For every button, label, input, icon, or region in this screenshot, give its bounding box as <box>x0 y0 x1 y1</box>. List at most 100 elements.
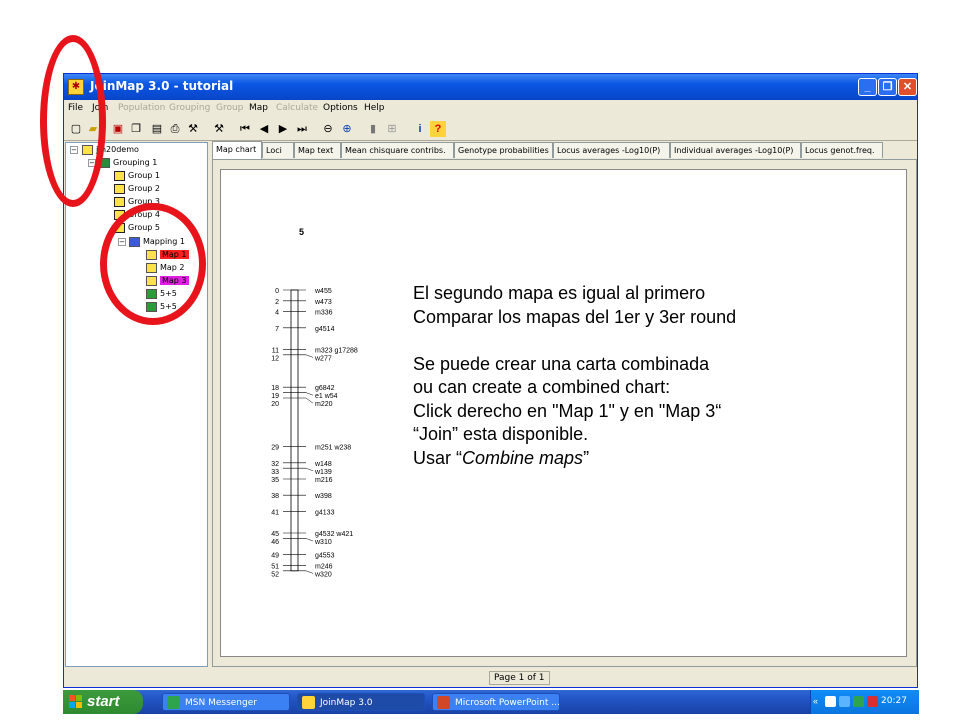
bar-icon[interactable]: ▮ <box>365 121 381 137</box>
locus-connector <box>305 397 314 404</box>
locus-name: g6842 <box>315 385 335 392</box>
tree-node-grouping[interactable]: Grouping 1 <box>99 157 157 169</box>
system-tray: « 20:27 <box>810 690 919 714</box>
locus-name: g4514 <box>315 326 335 333</box>
annotation-line: Click derecho en "Map 1" y en "Map 3“ <box>413 400 722 421</box>
tray-security-icon[interactable] <box>867 696 878 707</box>
locus-position: 29 <box>271 445 279 452</box>
tab-mean-chisquare[interactable]: Mean chisquare contribs. <box>341 142 454 158</box>
locus-position: 19 <box>271 393 279 400</box>
tab-individual-averages[interactable]: Individual averages -Log10(P) <box>670 142 801 158</box>
prev-icon[interactable]: ◀ <box>256 121 272 137</box>
task-msn-messenger[interactable]: MSN Messenger <box>162 693 290 711</box>
tray-msn-icon[interactable] <box>853 696 864 707</box>
tab-locus-genot-freq[interactable]: Locus genot.freq. <box>801 142 883 158</box>
locus-name: m216 <box>315 477 333 484</box>
locus-position: 12 <box>271 355 279 362</box>
tray-monitor-icon[interactable] <box>839 696 850 707</box>
locus-position: 32 <box>271 461 279 468</box>
menu-bar: File Join Population Grouping Group Map … <box>64 100 917 118</box>
locus-name: e1 w54 <box>315 393 338 400</box>
group-icon <box>114 183 125 194</box>
annotation-line: El segundo mapa es igual al primero <box>413 283 706 303</box>
restore-button[interactable]: ❐ <box>878 78 897 96</box>
start-button[interactable]: start <box>63 690 143 714</box>
joinmap-icon <box>302 696 315 709</box>
locus-name: m336 <box>315 310 333 317</box>
msn-icon <box>167 696 180 709</box>
menu-group[interactable]: Group <box>216 103 243 113</box>
highlight-ring-maps <box>100 203 206 325</box>
paste-icon[interactable]: ▤ <box>149 121 165 137</box>
copy-icon[interactable]: ❐ <box>128 121 144 137</box>
locus-name: w320 <box>314 571 332 578</box>
tree-node-group-2[interactable]: Group 2 <box>114 183 160 195</box>
locus-position: 45 <box>271 531 279 538</box>
annotation-line: ou can create a combined chart: <box>413 377 671 397</box>
group-icon <box>114 170 125 181</box>
locus-name: w277 <box>314 355 332 362</box>
zoom-out-icon[interactable]: ⊖ <box>320 121 336 137</box>
minimize-button[interactable]: _ <box>858 78 877 96</box>
locus-position: 7 <box>275 326 279 333</box>
locus-position: 41 <box>271 509 279 516</box>
print-icon[interactable]: ⎙ <box>167 121 183 137</box>
menu-map[interactable]: Map <box>249 103 268 113</box>
next-icon[interactable]: ▶ <box>275 121 291 137</box>
locus-name: w139 <box>314 469 332 476</box>
tab-locus-averages[interactable]: Locus averages -Log10(P) <box>553 142 670 158</box>
locus-position: 51 <box>271 563 279 570</box>
tab-map-text[interactable]: Map text <box>294 142 341 158</box>
locus-position: 4 <box>275 310 279 317</box>
locus-name: g4133 <box>315 509 335 516</box>
locus-name: m246 <box>315 563 333 570</box>
grid-icon[interactable]: ⊞ <box>384 121 400 137</box>
tab-loci[interactable]: Loci <box>262 142 294 158</box>
group-icon <box>114 196 125 207</box>
task-joinmap[interactable]: JoinMap 3.0 <box>297 693 425 711</box>
locus-name: w310 <box>314 539 332 546</box>
locus-position: 2 <box>275 299 279 306</box>
chromosome-bar <box>290 289 299 572</box>
tab-map-chart[interactable]: Map chart <box>212 141 262 159</box>
annotation-line <box>413 329 736 353</box>
locus-position: 18 <box>271 385 279 392</box>
info-icon[interactable]: i <box>412 121 428 137</box>
locus-position: 38 <box>271 493 279 500</box>
locus-connector <box>305 570 314 574</box>
slide-annotation: El segundo mapa es igual al primero Comp… <box>413 282 736 470</box>
first-icon[interactable]: ⏮ <box>237 121 253 137</box>
menu-grouping[interactable]: Grouping <box>169 103 210 113</box>
menu-help[interactable]: Help <box>364 103 385 113</box>
zoom-in-icon[interactable]: ⊕ <box>339 121 355 137</box>
powerpoint-icon <box>437 696 450 709</box>
tools-icon[interactable]: ⚒ <box>185 121 201 137</box>
tree-node-group-1[interactable]: Group 1 <box>114 170 160 182</box>
annotation-line: “Join” esta disponible. <box>413 424 589 444</box>
windows-logo-icon <box>69 695 82 708</box>
close-button[interactable]: ✕ <box>898 78 917 96</box>
menu-calculate[interactable]: Calculate <box>276 103 318 113</box>
locus-position: 11 <box>272 347 279 354</box>
locus-name: m323 g17288 <box>315 347 358 354</box>
tray-expand-icon[interactable]: « <box>813 696 818 706</box>
locus-position: 33 <box>271 469 279 476</box>
tray-network-icon[interactable] <box>825 696 836 707</box>
tab-strip: Map chart Loci Map text Mean chisquare c… <box>212 141 917 159</box>
tab-genotype-probabilities[interactable]: Genotype probabilities <box>454 142 553 158</box>
start-label: start <box>87 693 120 710</box>
hammer-icon[interactable]: ⚒ <box>211 121 227 137</box>
group-label: 5 <box>299 227 304 237</box>
task-powerpoint[interactable]: Microsoft PowerPoint ... <box>432 693 560 711</box>
menu-options[interactable]: Options <box>323 103 358 113</box>
help-icon[interactable]: ? <box>430 121 446 137</box>
locus-name: m220 <box>315 401 333 408</box>
locus-name: w148 <box>314 461 332 468</box>
locus-name: w455 <box>314 288 332 295</box>
locus-position: 35 <box>271 477 279 484</box>
last-icon[interactable]: ⏭ <box>294 121 310 137</box>
title-bar[interactable]: ✱ JoinMap 3.0 - tutorial _ ❐ ✕ <box>64 74 917 100</box>
locus-name: w473 <box>314 299 332 306</box>
menu-population[interactable]: Population <box>118 103 165 113</box>
load-icon[interactable]: ▣ <box>110 121 126 137</box>
